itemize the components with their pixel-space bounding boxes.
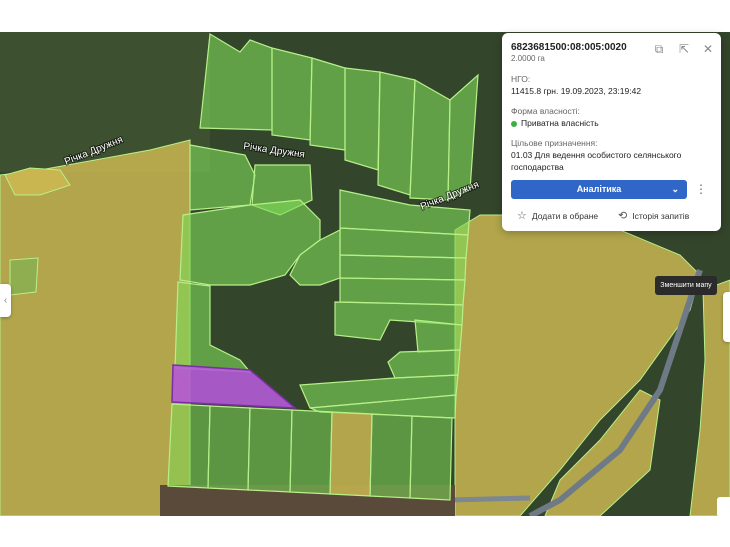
favorites-label: Додати в обране: [531, 211, 599, 221]
private-parcel[interactable]: [377, 71, 416, 196]
ownership-status-dot: [511, 120, 517, 127]
chevron-left-icon: ‹: [3, 295, 8, 306]
private-parcel[interactable]: [409, 78, 451, 201]
ownership-value-row: Приватна власність: [511, 118, 599, 128]
more-vertical-icon[interactable]: ⋮: [695, 180, 707, 199]
map-corner-button[interactable]: [717, 497, 730, 517]
private-parcel[interactable]: [167, 403, 211, 489]
other-parcel[interactable]: [0, 139, 191, 516]
ngo-value: 11415.8 грн. 19.09.2023, 23:19:42: [511, 86, 642, 96]
purpose-label: Цільове призначення:: [511, 138, 598, 148]
star-icon: ☆: [517, 210, 527, 222]
private-parcel[interactable]: [339, 254, 467, 281]
private-parcel[interactable]: [207, 405, 251, 491]
cadastral-number: 6823681500:08:005:0020: [511, 42, 627, 53]
external-link-icon[interactable]: ⇱: [677, 42, 691, 56]
ownership-label: Форма власності:: [511, 106, 580, 116]
analytics-button[interactable]: Аналітика ⌄: [511, 180, 687, 199]
road: [449, 495, 531, 503]
add-to-favorites-button[interactable]: ☆ Додати в обране: [517, 209, 598, 222]
parcel-area: 2.0000 га: [511, 54, 545, 63]
copy-icon[interactable]: ⧉: [652, 42, 666, 56]
ownership-value: Приватна власність: [521, 118, 599, 128]
close-icon[interactable]: ✕: [701, 42, 715, 56]
private-parcel[interactable]: [387, 349, 461, 379]
analytics-button-label: Аналітика: [576, 184, 622, 194]
private-parcel[interactable]: [189, 144, 256, 211]
private-parcel[interactable]: [247, 407, 293, 493]
history-label: Історія запитів: [632, 211, 690, 221]
other-parcel[interactable]: [9, 257, 39, 296]
private-parcel[interactable]: [414, 319, 463, 353]
parcel-info-card: 6823681500:08:005:0020 2.0000 га ⧉ ⇱ ✕ Н…: [502, 33, 721, 231]
chevron-down-icon: ⌄: [671, 184, 679, 194]
ngo-label: НГО:: [511, 74, 531, 84]
private-parcel[interactable]: [289, 409, 333, 495]
tooltip: Зменшити мапу: [655, 276, 717, 295]
side-panel-handle[interactable]: [723, 292, 730, 342]
private-parcel[interactable]: [409, 415, 453, 501]
request-history-button[interactable]: ⟲ Історія запитів: [618, 209, 689, 222]
expand-sidebar-button[interactable]: ‹: [0, 284, 11, 317]
private-parcel[interactable]: [339, 277, 466, 306]
private-parcel[interactable]: [369, 413, 413, 499]
purpose-value-line1: 01.03 Для ведення особистого селянського: [511, 150, 682, 160]
private-parcel[interactable]: [271, 47, 313, 141]
private-parcel[interactable]: [309, 57, 346, 151]
other-parcel[interactable]: [329, 411, 373, 497]
private-parcel[interactable]: [344, 67, 381, 171]
purpose-value-line2: господарства: [511, 162, 564, 172]
history-icon: ⟲: [618, 210, 628, 222]
private-parcels-south: [167, 403, 453, 501]
